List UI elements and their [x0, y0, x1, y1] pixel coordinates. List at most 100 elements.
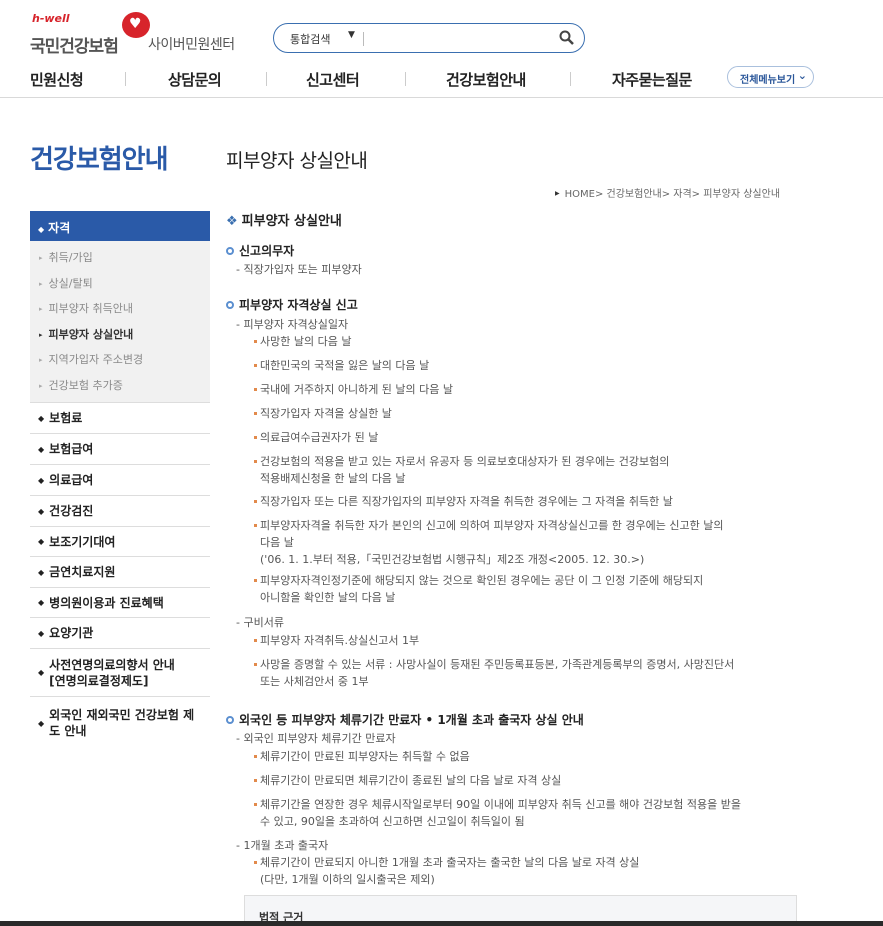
diamond-icon: ◆: [38, 475, 45, 485]
sidebar-submenu: ▸ 취득/가입 ▸ 상실/탈퇴 ▸ 피부양자 취득안내 ▸ 피부양자 상실안내 ▸ 지역가…: [30, 241, 210, 403]
breadcrumb: ▶ HOME> 건강보험안내> 자격> 피부양자 상실안내: [555, 185, 780, 200]
ring-bullet-icon: [226, 716, 234, 724]
search-scope-select[interactable]: 통합검색: [290, 31, 330, 47]
square-bullet-icon: [254, 388, 257, 391]
sidebar-sub-item[interactable]: ▸ 상실/탈퇴: [30, 269, 210, 295]
list-item: 의료급여수급권자가 된 날: [254, 429, 799, 446]
sidebar-sub-item[interactable]: ▸ 지역가입자 주소변경: [30, 345, 210, 371]
nav-civil-request[interactable]: 민원신청: [30, 69, 84, 90]
all-menu-button[interactable]: 전체메뉴보기 ⌄: [727, 66, 814, 88]
heading-reporter: 신고의무자: [226, 242, 294, 259]
triangle-right-icon: ▸: [39, 279, 43, 288]
clover-bullet-icon: ❖: [226, 214, 238, 229]
square-bullet-icon: [254, 663, 257, 666]
nav-report-center[interactable]: 신고센터: [306, 69, 360, 90]
list-item-text: 체류기간을 연장한 경우 체류시작일로부터 90일 이내에 피부양자 취득 신고…: [260, 798, 741, 828]
breadcrumb-text: HOME> 건강보험안내> 자격> 피부양자 상실안내: [564, 189, 781, 200]
sidebar-item[interactable]: ◆ 병의원이용과 진료혜택: [30, 588, 210, 618]
square-bullet-icon: [254, 524, 257, 527]
list-item-text: 의료급여수급권자가 된 날: [260, 431, 379, 444]
list-item: 직장가입자 또는 다른 직장가입자의 피부양자 자격을 취득한 경우에는 그 자…: [254, 493, 799, 510]
sidebar-sub-item[interactable]: ▸ 건강보험 추가증: [30, 371, 210, 397]
diamond-icon: ◆: [38, 567, 45, 577]
diamond-icon: ◆: [38, 718, 45, 728]
section-title: ❖ 피부양자 상실안내: [226, 210, 342, 229]
nav-health-insurance-guide[interactable]: 건강보험안내: [446, 69, 526, 90]
sidebar-item[interactable]: ◆ 보조기기대여: [30, 527, 210, 557]
nav-consultation[interactable]: 상담문의: [168, 69, 222, 90]
sidebar-sub-item-current[interactable]: ▸ 피부양자 상실안내: [30, 320, 210, 346]
sidebar-sub-item[interactable]: ▸ 취득/가입: [30, 243, 210, 269]
list-item-text: 피부양자 자격취득.상실신고서 1부: [260, 634, 420, 647]
sidebar-sub-label: 상실/탈퇴: [48, 276, 93, 290]
square-bullet-icon: [254, 500, 257, 503]
list-item-text: 사망한 날의 다음 날: [260, 335, 352, 348]
sidebar-item-label: 건강검진: [49, 504, 94, 518]
list-item: 대한민국의 국적을 잃은 날의 다음 날: [254, 357, 799, 374]
sidebar-sub-item[interactable]: ▸ 피부양자 취득안내: [30, 294, 210, 320]
diamond-icon: ◆: [38, 537, 45, 546]
diamond-icon: ◆: [38, 668, 45, 677]
main-nav: 민원신청 상담문의 신고센터 건강보험안내 자주묻는질문 전체메뉴보기 ⌄: [0, 64, 883, 94]
nav-faq[interactable]: 자주묻는질문: [612, 69, 692, 90]
hwell-logo-text: h-well: [32, 12, 70, 25]
list-item-text: 피부양자자격인정기준에 해당되지 않는 것으로 확인된 경우에는 공단 이 그 …: [260, 574, 704, 604]
ring-bullet-icon: [226, 301, 234, 309]
list-item: 피부양자자격인정기준에 해당되지 않는 것으로 확인된 경우에는 공단 이 그 …: [254, 572, 799, 606]
nav-separator: [570, 72, 571, 86]
caret-down-icon[interactable]: ▼: [348, 30, 355, 40]
search-input[interactable]: [370, 29, 550, 47]
all-menu-label: 전체메뉴보기: [740, 75, 796, 86]
nhis-logo-text: 국민건강보험: [30, 37, 119, 57]
search-icon[interactable]: [557, 28, 577, 48]
list-item: 체류기간이 만료된 피부양자는 취득할 수 없음: [254, 748, 799, 765]
site-logo[interactable]: h-well 국민건강보험 ♥ 사이버민원센터: [30, 10, 245, 57]
sidebar-sub-label: 지역가입자 주소변경: [48, 353, 144, 366]
sidebar-item-label: 병의원이용과 진료혜택: [49, 595, 164, 610]
triangle-right-icon: ▸: [39, 254, 43, 262]
sidebar-item-label: 보험료: [49, 411, 83, 425]
square-bullet-icon: [254, 460, 257, 463]
sidebar-item[interactable]: ◆ 사전연명의료의향서 안내 [연명의료결정제도]: [30, 649, 210, 697]
square-bullet-icon: [254, 364, 257, 367]
sidebar-item[interactable]: ◆ 외국인 재외국민 건강보험 제 도 안내: [30, 697, 210, 749]
diamond-icon: ◆: [38, 225, 45, 234]
list-item-text: 직장가입자 자격을 상실한 날: [260, 407, 392, 420]
diamond-icon: ◆: [38, 598, 45, 607]
sidebar-item-label: 금연치료지원: [49, 565, 116, 579]
reporter-dash: - 직장가입자 또는 피부양자: [236, 263, 362, 276]
heading-text: 외국인 등 피부양자 체류기간 만료자 • 1개월 초과 출국자 상실 안내: [239, 713, 584, 727]
page-title: 피부양자 상실안내: [226, 150, 368, 172]
list-item: 체류기간이 만료되지 아니한 1개월 초과 출국자는 출국한 날의 다음 날로 …: [254, 854, 799, 888]
search-bar: 통합검색 ▼: [273, 23, 585, 53]
search-divider: [363, 32, 364, 46]
diamond-icon: ◆: [38, 444, 45, 454]
sidebar-item[interactable]: ◆ 금연치료지원: [30, 557, 210, 588]
list-item: 체류기간이 만료되면 체류기간이 종료된 날의 다음 날로 자격 상실: [254, 772, 799, 789]
section-title-text: 피부양자 상실안내: [241, 214, 342, 229]
list-item: 사망을 증명할 수 있는 서류 : 사망사실이 등재된 주민등록표등본, 가족관…: [254, 656, 799, 690]
sidebar-item[interactable]: ◆ 요양기관: [30, 618, 210, 649]
sidebar-item[interactable]: ◆ 의료급여: [30, 465, 210, 496]
sidebar-sub-label: 취득/가입: [48, 251, 93, 264]
heading-loss-report: 피부양자 자격상실 신고: [226, 296, 358, 313]
sidebar-item-qualification[interactable]: ◆ 자격: [30, 211, 210, 241]
sidebar-item-label: 사전연명의료의향서 안내 [연명의료결정제도]: [49, 657, 175, 688]
sidebar-sub-label: 피부양자 상실안내: [48, 327, 134, 341]
nav-separator: [266, 72, 267, 86]
list-item-text: 체류기간이 만료된 피부양자는 취득할 수 없음: [260, 750, 470, 763]
list-item-text: 체류기간이 만료되지 아니한 1개월 초과 출국자는 출국한 날의 다음 날로 …: [260, 856, 640, 886]
nav-separator: [405, 72, 406, 86]
sidebar-item[interactable]: ◆ 보험급여: [30, 434, 210, 465]
square-bullet-icon: [254, 436, 257, 439]
sidebar-item[interactable]: ◆ 건강검진: [30, 496, 210, 527]
sidebar-item-label: 보조기기대여: [49, 534, 116, 549]
list-item-text: 직장가입자 또는 다른 직장가입자의 피부양자 자격을 취득한 경우에는 그 자…: [260, 495, 673, 508]
list-item: 피부양자자격을 취득한 자가 본인의 신고에 의하여 피부양자 자격상실신고를 …: [254, 517, 799, 568]
sidebar-item[interactable]: ◆ 보험료: [30, 403, 210, 434]
list-item: 국내에 거주하지 아니하게 된 날의 다음 날: [254, 381, 799, 398]
square-bullet-icon: [254, 340, 257, 343]
diamond-icon: ◆: [38, 413, 45, 423]
triangle-right-icon: ▶: [555, 190, 560, 197]
list-item: 체류기간을 연장한 경우 체류시작일로부터 90일 이내에 피부양자 취득 신고…: [254, 796, 799, 830]
